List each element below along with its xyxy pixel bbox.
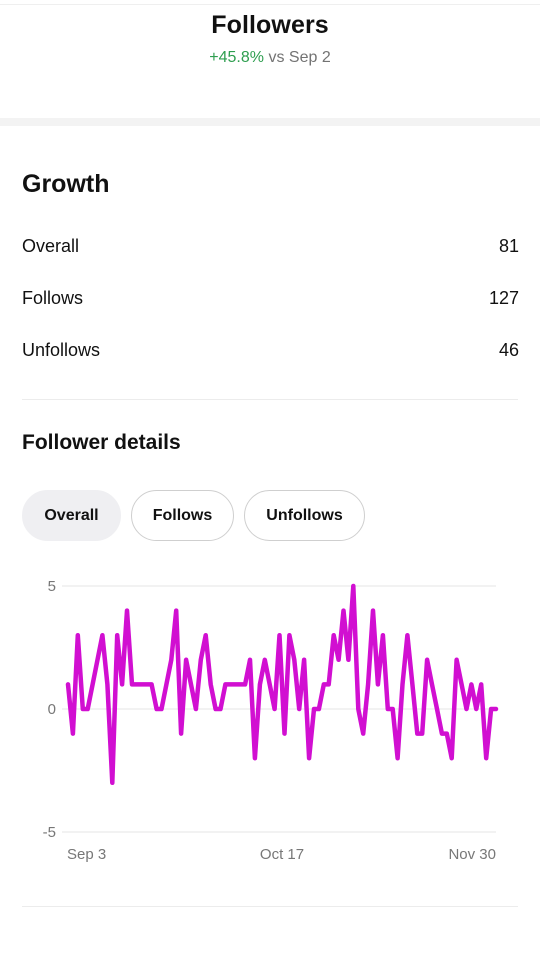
follower-details-heading: Follower details [22, 431, 181, 454]
x-tick-label: Sep 3 [67, 846, 106, 863]
filter-chip-follows[interactable]: Follows [131, 490, 234, 541]
divider [22, 399, 518, 400]
page-header: Followers +45.8% vs Sep 2 [0, 0, 540, 118]
stat-value: 81 [498, 236, 519, 256]
comparison-label: vs Sep 2 [268, 49, 331, 66]
y-tick-label: 5 [48, 578, 56, 595]
percent-change: +45.8% [209, 49, 264, 66]
x-tick-label: Oct 17 [260, 846, 304, 863]
stat-label: Unfollows [22, 340, 101, 360]
stat-label: Follows [22, 288, 84, 308]
stat-row-follows: Follows 127 [22, 288, 519, 312]
stat-label: Overall [22, 236, 80, 256]
page-title: Followers [211, 11, 329, 39]
stat-row-unfollows: Unfollows 46 [22, 340, 519, 364]
growth-heading: Growth [22, 170, 110, 198]
y-tick-label: -5 [43, 824, 56, 841]
follower-line-chart: 5 0 -5 Sep 3 Oct 17 Nov 30 [43, 578, 499, 863]
series-line [65, 583, 499, 786]
x-tick-label: Nov 30 [448, 846, 496, 863]
growth-summary: +45.8% vs Sep 2 [0, 49, 540, 67]
stat-row-overall: Overall 81 [22, 236, 519, 260]
filter-chip-unfollows[interactable]: Unfollows [244, 490, 365, 541]
section-separator [0, 118, 540, 126]
stat-value: 46 [498, 340, 519, 360]
filter-chip-overall[interactable]: Overall [22, 490, 121, 541]
y-tick-label: 0 [48, 701, 56, 718]
stat-value: 127 [488, 288, 519, 308]
divider [22, 906, 518, 907]
